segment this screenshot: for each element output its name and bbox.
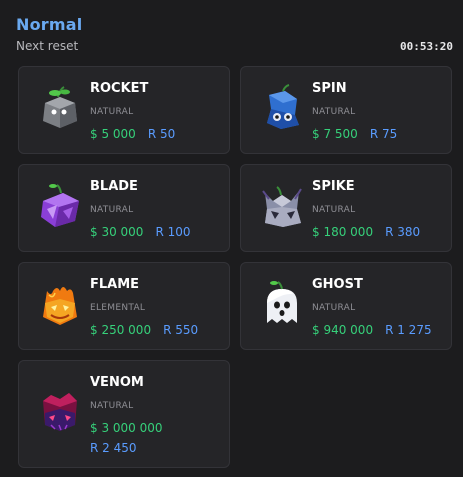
- spike-fruit-icon: [262, 186, 302, 227]
- fruit-stock-panel: Normal Next reset 00:53:20 ROCKET NATURA…: [0, 0, 463, 477]
- fruit-name: SPIN: [312, 81, 347, 96]
- blade-fruit-icon: [41, 184, 79, 227]
- fruit-card-spin[interactable]: SPIN NATURAL $ 7 500 R 75: [240, 66, 452, 154]
- next-reset-label: Next reset: [16, 39, 79, 53]
- fruit-type: NATURAL: [312, 107, 356, 117]
- robux-price: R 75: [369, 127, 398, 141]
- robux-price: R 550: [163, 323, 199, 337]
- fruit-type: NATURAL: [90, 107, 134, 117]
- fruit-prices: $ 250 000 R 550: [90, 323, 198, 337]
- fruit-card-ghost[interactable]: GHOST NATURAL $ 940 000 R 1 275: [240, 262, 452, 350]
- fruit-card-blade[interactable]: BLADE NATURAL $ 30 000 R 100: [18, 164, 230, 252]
- fruit-card-rocket[interactable]: ROCKET NATURAL $ 5 000 R 50: [18, 66, 230, 154]
- fruit-name: SPIKE: [312, 179, 355, 194]
- fruit-type: NATURAL: [90, 205, 134, 215]
- beli-price: $ 250 000: [90, 323, 152, 337]
- fruit-prices: $ 7 500 R 75: [312, 127, 397, 141]
- venom-fruit-icon: [43, 393, 77, 431]
- fruit-name: VENOM: [90, 375, 144, 390]
- beli-price: $ 3 000 000: [90, 421, 163, 435]
- fruit-type: NATURAL: [90, 401, 134, 411]
- fruit-name: GHOST: [312, 277, 363, 292]
- fruit-prices: $ 3 000 000: [90, 421, 163, 435]
- fruit-name: BLADE: [90, 179, 138, 194]
- fruit-card-spike[interactable]: SPIKE NATURAL $ 180 000 R 380: [240, 164, 452, 252]
- fruit-name: ROCKET: [90, 81, 149, 96]
- fruit-card-flame[interactable]: FLAME ELEMENTAL $ 250 000 R 550: [18, 262, 230, 350]
- spin-fruit-icon: [267, 84, 299, 129]
- rocket-fruit-icon: [43, 86, 77, 128]
- beli-price: $ 940 000: [312, 323, 374, 337]
- robux-price: R 2 450: [90, 441, 137, 455]
- fruit-card-venom[interactable]: VENOM NATURAL $ 3 000 000 R 2 450: [18, 360, 230, 468]
- robux-price: R 50: [147, 127, 176, 141]
- fruit-type: NATURAL: [312, 303, 356, 313]
- beli-price: $ 180 000: [312, 225, 374, 239]
- fruit-name: FLAME: [90, 277, 140, 292]
- fruit-type: ELEMENTAL: [90, 303, 146, 313]
- beli-price: $ 7 500: [312, 127, 358, 141]
- fruit-prices: $ 30 000 R 100: [90, 225, 191, 239]
- fruit-prices: $ 940 000 R 1 275: [312, 323, 432, 337]
- ghost-fruit-icon: [267, 281, 297, 323]
- beli-price: $ 30 000: [90, 225, 144, 239]
- fruit-prices: $ 5 000 R 50: [90, 127, 175, 141]
- fruit-type: NATURAL: [312, 205, 356, 215]
- robux-price: R 380: [385, 225, 421, 239]
- fruit-prices: $ 180 000 R 380: [312, 225, 420, 239]
- robux-price: R 1 275: [385, 323, 432, 337]
- reset-timer: 00:53:20: [400, 40, 453, 53]
- flame-fruit-icon: [43, 287, 77, 325]
- beli-price: $ 5 000: [90, 127, 136, 141]
- robux-price: R 100: [155, 225, 191, 239]
- stock-title: Normal: [16, 15, 83, 34]
